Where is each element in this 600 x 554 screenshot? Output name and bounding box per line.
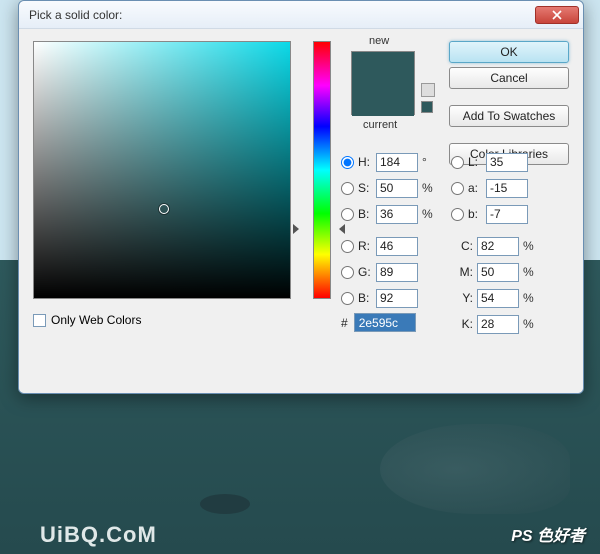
s-radio[interactable] <box>341 182 354 195</box>
h-radio[interactable] <box>341 156 354 169</box>
a-label: a: <box>468 181 486 195</box>
h-input[interactable] <box>376 153 418 172</box>
dialog-title: Pick a solid color: <box>29 8 535 22</box>
cancel-button[interactable]: Cancel <box>449 67 569 89</box>
k-input[interactable] <box>477 315 519 334</box>
new-color-swatch[interactable] <box>352 52 414 84</box>
saturation-value-picker[interactable] <box>33 41 291 299</box>
bv-unit: % <box>422 207 440 221</box>
dialog-body: new current OK Cancel Add To Swatches Co… <box>19 29 583 393</box>
k-label: K: <box>451 317 473 331</box>
a-radio[interactable] <box>451 182 464 195</box>
h-label: H: <box>358 155 376 169</box>
l-input[interactable] <box>486 153 528 172</box>
b-input[interactable] <box>486 205 528 224</box>
s-unit: % <box>422 181 440 195</box>
c-unit: % <box>523 239 541 253</box>
close-button[interactable] <box>535 6 579 24</box>
l-radio[interactable] <box>451 156 464 169</box>
color-fields: H: ° L: S: % <box>341 149 569 337</box>
r-radio[interactable] <box>341 240 354 253</box>
g-label: G: <box>358 265 376 279</box>
gamut-warning-icon[interactable] <box>421 83 435 97</box>
a-input[interactable] <box>486 179 528 198</box>
s-label: S: <box>358 181 376 195</box>
m-unit: % <box>523 265 541 279</box>
fish-silhouette-small <box>200 494 250 514</box>
c-input[interactable] <box>477 237 519 256</box>
y-unit: % <box>523 291 541 305</box>
sv-marker <box>159 204 169 214</box>
c-label: C: <box>451 239 473 253</box>
color-picker-dialog: Pick a solid color: new current OK Cance… <box>18 0 584 394</box>
l-label: L: <box>468 155 486 169</box>
bc-label: B: <box>358 291 376 305</box>
hue-slider-indicator <box>293 224 311 236</box>
bv-radio[interactable] <box>341 208 354 221</box>
hex-label: # <box>341 316 348 330</box>
b-label: b: <box>468 207 486 221</box>
watermark-left: UiBQ.CoM <box>40 522 157 548</box>
ok-button[interactable]: OK <box>449 41 569 63</box>
gamut-swatch[interactable] <box>421 101 433 113</box>
hex-row: # <box>341 313 416 332</box>
m-label: M: <box>451 265 473 279</box>
k-unit: % <box>523 317 541 331</box>
y-label: Y: <box>451 291 473 305</box>
add-to-swatches-button[interactable]: Add To Swatches <box>449 105 569 127</box>
m-input[interactable] <box>477 263 519 282</box>
g-input[interactable] <box>376 263 418 282</box>
titlebar[interactable]: Pick a solid color: <box>19 1 583 29</box>
watermark-right: PS 色好者 <box>511 522 585 546</box>
web-colors-checkbox[interactable] <box>33 314 46 327</box>
h-unit: ° <box>422 155 440 169</box>
hex-input[interactable] <box>354 313 416 332</box>
bc-input[interactable] <box>376 289 418 308</box>
y-input[interactable] <box>477 289 519 308</box>
bc-radio[interactable] <box>341 292 354 305</box>
current-color-label: current <box>363 119 397 131</box>
bv-label: B: <box>358 207 376 221</box>
button-column: OK Cancel Add To Swatches Color Librarie… <box>449 41 569 165</box>
new-color-label: new <box>369 35 389 47</box>
b-radio[interactable] <box>451 208 464 221</box>
web-colors-row: Only Web Colors <box>33 313 141 327</box>
r-input[interactable] <box>376 237 418 256</box>
close-icon <box>552 10 562 20</box>
hue-slider[interactable] <box>313 41 331 299</box>
color-preview <box>351 51 415 115</box>
fish-silhouette <box>380 424 570 514</box>
web-colors-label: Only Web Colors <box>51 313 141 327</box>
current-color-swatch[interactable] <box>352 84 414 116</box>
bv-input[interactable] <box>376 205 418 224</box>
s-input[interactable] <box>376 179 418 198</box>
r-label: R: <box>358 239 376 253</box>
g-radio[interactable] <box>341 266 354 279</box>
